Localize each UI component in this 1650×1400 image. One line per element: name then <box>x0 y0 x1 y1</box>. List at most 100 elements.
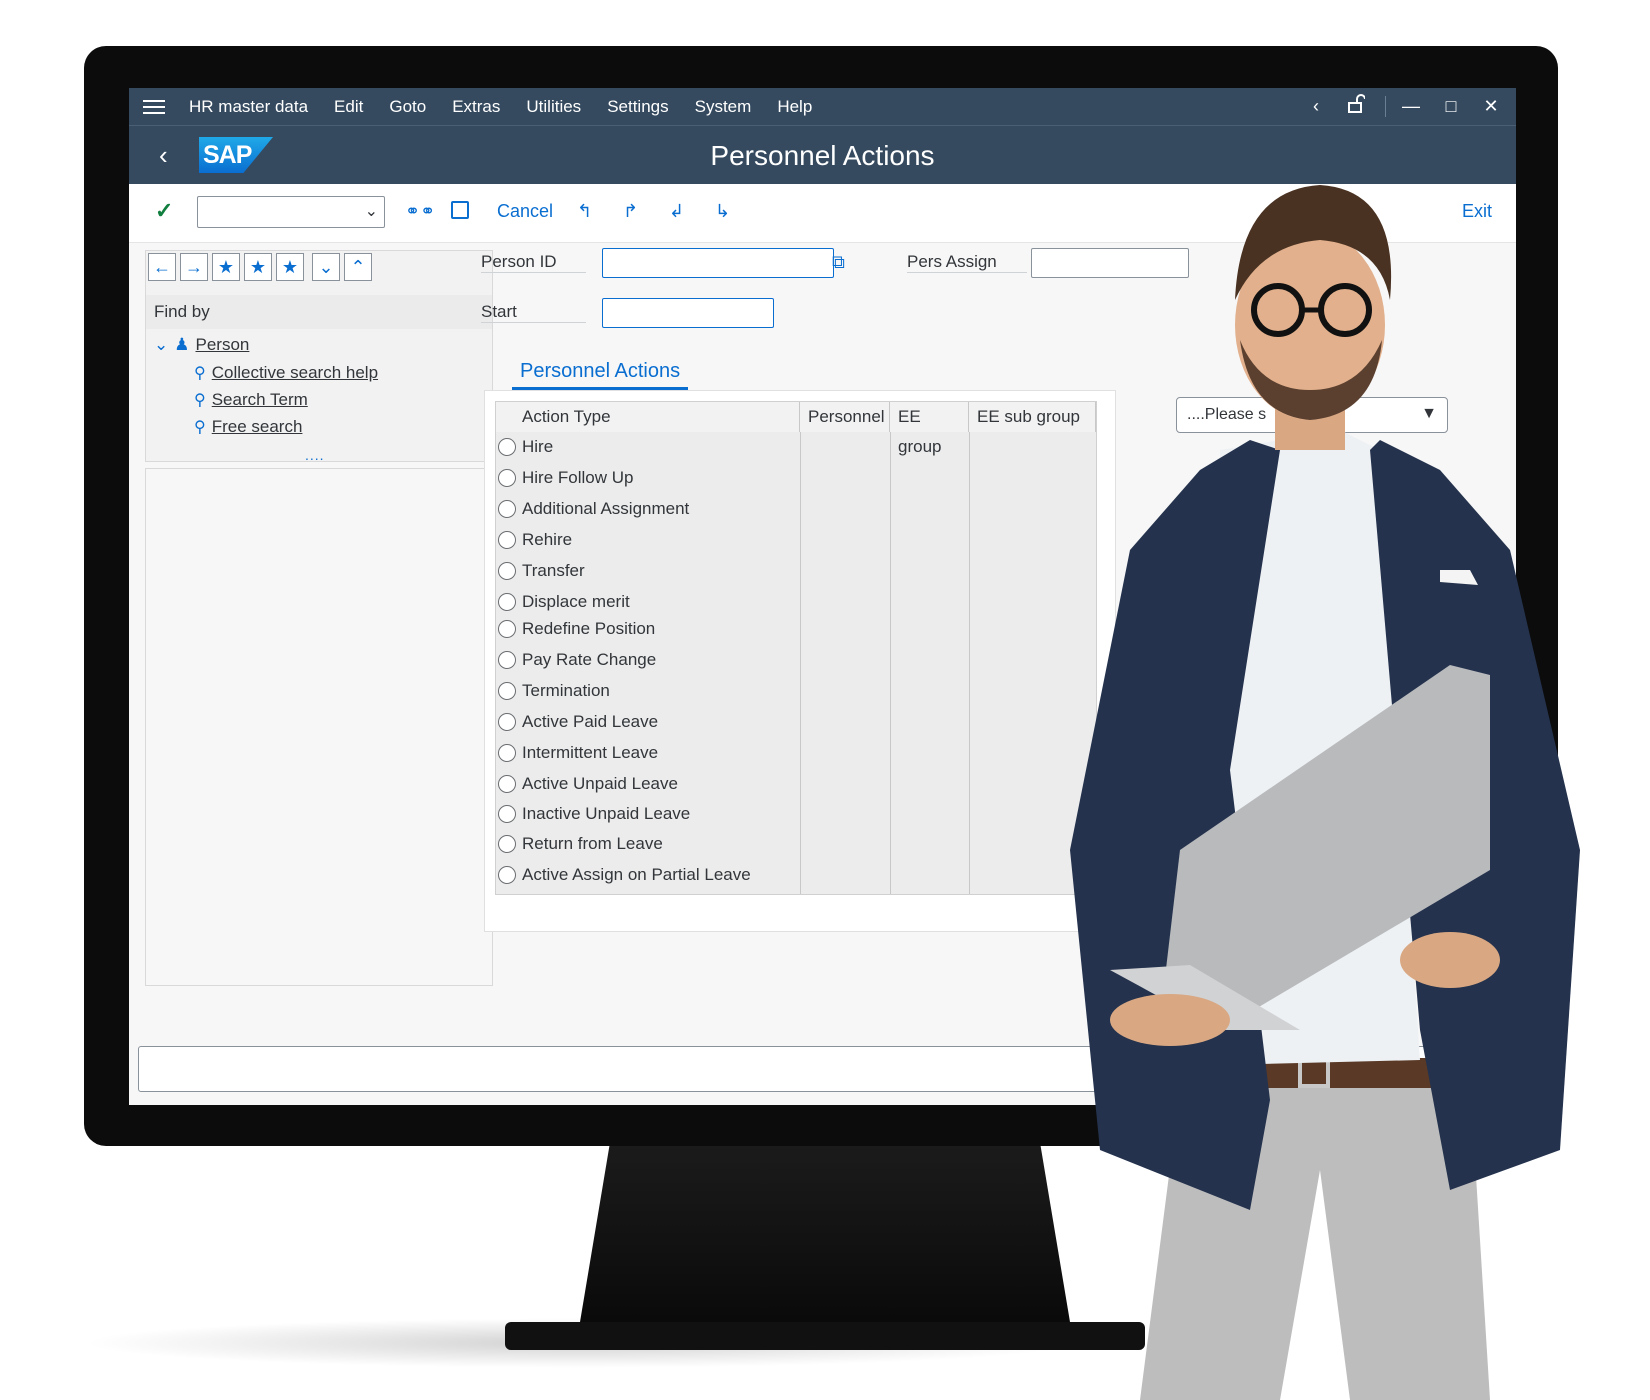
menu-help[interactable]: Help <box>777 97 812 117</box>
find-by-header: Find by <box>146 295 492 329</box>
action-type-row[interactable]: Pay Rate Change <box>498 645 656 675</box>
radio-button[interactable] <box>498 593 516 611</box>
tree-node-person[interactable]: ⌄ ♟ Person <box>154 335 249 355</box>
person-id-field[interactable] <box>602 248 834 278</box>
expand-all-icon[interactable]: ⌄ <box>312 253 340 281</box>
radio-button[interactable] <box>498 620 516 638</box>
people-icon: ♟ <box>174 335 190 354</box>
chevron-down-icon[interactable]: ⌄ <box>154 335 168 355</box>
action-type-row[interactable]: Displace merit <box>498 587 630 617</box>
action-type-label: Hire Follow Up <box>522 468 634 487</box>
action-type-row[interactable]: Intermittent Leave <box>498 738 658 768</box>
radio-button[interactable] <box>498 866 516 884</box>
back-arrow-icon[interactable]: ← <box>148 253 176 281</box>
action-type-label: Hire <box>522 437 554 456</box>
tree-item-collective-search[interactable]: ⚲ Collective search help <box>194 363 378 383</box>
minimize-icon[interactable]: — <box>1385 96 1422 117</box>
action-type-row[interactable]: Termination <box>498 676 610 706</box>
action-type-label: Redefine Position <box>522 619 656 638</box>
maximize-icon[interactable]: □ <box>1440 96 1462 117</box>
radio-button[interactable] <box>498 651 516 669</box>
action-type-label: Transfer <box>522 561 585 580</box>
action-type-row[interactable]: Hire <box>498 432 553 462</box>
column-header-personnel[interactable]: Personnel <box>800 402 890 432</box>
first-page-icon[interactable]: ↰ <box>577 201 592 222</box>
menu-settings[interactable]: Settings <box>607 97 668 117</box>
command-field[interactable]: ⌄ <box>197 196 385 228</box>
radio-button[interactable] <box>498 682 516 700</box>
businessman-photo <box>1070 185 1580 1400</box>
image-icon[interactable] <box>451 201 469 224</box>
chevron-down-icon: ⌄ <box>364 203 378 220</box>
tab-personnel-actions[interactable]: Personnel Actions <box>512 360 689 390</box>
action-type-row[interactable]: Rehire <box>498 525 572 555</box>
tree-item-label[interactable]: Search Term <box>212 390 308 410</box>
action-type-label: Termination <box>522 681 610 700</box>
menu-utilities[interactable]: Utilities <box>526 97 581 117</box>
action-type-row[interactable]: Return from Leave <box>498 829 663 859</box>
action-type-label: Pay Rate Change <box>522 650 657 669</box>
person-id-label: Person ID <box>481 252 586 273</box>
action-type-label: Return from Leave <box>522 834 663 853</box>
close-icon[interactable]: ✕ <box>1480 96 1502 117</box>
add-favorite-icon[interactable]: ★ <box>212 253 240 281</box>
radio-button[interactable] <box>498 805 516 823</box>
column-header-action-type[interactable]: Action Type <box>496 402 800 432</box>
menu-system[interactable]: System <box>695 97 752 117</box>
hamburger-menu-icon[interactable] <box>143 96 165 118</box>
action-type-row[interactable]: Active Assign on Partial Leave <box>498 860 751 890</box>
search-icon: ⚲ <box>194 365 206 382</box>
object-manager-toolbar: ← → ★ ★ ★ ⌄ ⌃ <box>148 253 372 281</box>
tree-item-search-term[interactable]: ⚲ Search Term <box>194 390 308 410</box>
menu-hr-master-data[interactable]: HR master data <box>189 97 308 117</box>
value-help-icon[interactable]: ⧉ <box>832 252 845 273</box>
action-type-row[interactable]: Redefine Position <box>498 614 655 644</box>
start-date-field[interactable] <box>602 298 774 328</box>
cancel-button[interactable]: Cancel <box>497 201 553 222</box>
radio-button[interactable] <box>498 775 516 793</box>
action-type-row[interactable]: Hire Follow Up <box>498 463 633 493</box>
tree-item-label[interactable]: Collective search help <box>212 363 378 383</box>
radio-button[interactable] <box>498 744 516 762</box>
radio-button[interactable] <box>498 438 516 456</box>
action-type-row[interactable]: Inactive Unpaid Leave <box>498 799 690 829</box>
radio-button[interactable] <box>498 835 516 853</box>
action-type-row[interactable]: Active Unpaid Leave <box>498 769 678 799</box>
action-type-label: Displace merit <box>522 592 630 611</box>
menu-goto[interactable]: Goto <box>389 97 426 117</box>
edit-favorite-icon[interactable]: ★ <box>276 253 304 281</box>
action-type-row[interactable]: Active Paid Leave <box>498 707 658 737</box>
action-type-label: Intermittent Leave <box>522 743 659 762</box>
find-binoculars-icon[interactable]: ⚭⚭ <box>405 201 435 222</box>
tree-item-free-search[interactable]: ⚲ Free search <box>194 417 302 437</box>
previous-page-icon[interactable]: ↱ <box>623 201 638 222</box>
tree-node-person-label[interactable]: Person <box>196 335 250 355</box>
menu-edit[interactable]: Edit <box>334 97 363 117</box>
unlock-icon[interactable] <box>1345 94 1367 119</box>
action-type-row[interactable]: Transfer <box>498 556 585 586</box>
radio-button[interactable] <box>498 713 516 731</box>
pers-assign-label: Pers Assign <box>907 252 1027 273</box>
radio-button[interactable] <box>498 500 516 518</box>
collapse-all-icon[interactable]: ⌃ <box>344 253 372 281</box>
radio-button[interactable] <box>498 469 516 487</box>
tree-item-label[interactable]: Free search <box>212 417 303 437</box>
forward-arrow-icon[interactable]: → <box>180 253 208 281</box>
radio-button[interactable] <box>498 531 516 549</box>
last-page-icon[interactable]: ↳ <box>715 201 730 222</box>
column-divider <box>969 432 970 894</box>
menu-extras[interactable]: Extras <box>452 97 500 117</box>
confirm-check-icon[interactable]: ✓ <box>155 198 173 224</box>
column-header-ee-group[interactable]: EE group <box>890 402 969 456</box>
monitor-stand <box>580 1146 1070 1322</box>
next-page-icon[interactable]: ↲ <box>669 201 684 222</box>
radio-button[interactable] <box>498 562 516 580</box>
start-label: Start <box>481 302 586 323</box>
action-type-label: Inactive Unpaid Leave <box>522 804 691 823</box>
action-type-row[interactable]: Additional Assignment <box>498 494 689 524</box>
collapse-chevron-icon[interactable]: ‹ <box>1305 96 1327 117</box>
favorite-star-icon[interactable]: ★ <box>244 253 272 281</box>
menu-bar: HR master data Edit Goto Extras Utilitie… <box>129 88 1516 125</box>
object-list-area <box>145 468 493 986</box>
splitter-handle[interactable]: .... <box>305 447 325 463</box>
